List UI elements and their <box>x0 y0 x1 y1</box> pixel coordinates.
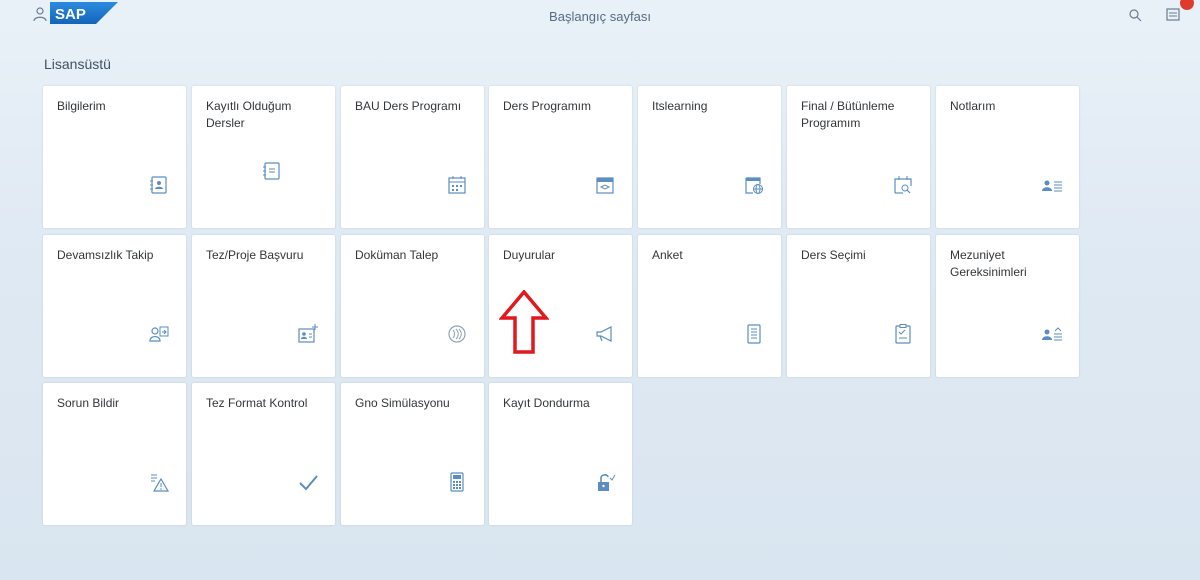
tile-devamsizlik-takip[interactable]: Devamsızlık Takip <box>43 235 186 377</box>
course-calendar-icon <box>594 174 616 196</box>
megaphone-icon <box>594 323 616 345</box>
search-icon[interactable] <box>1128 8 1142 22</box>
tile-tez-format-kontrol[interactable]: Tez Format Kontrol <box>192 383 335 525</box>
group-title: Lisansüstü <box>44 56 111 72</box>
tile-mezuniyet-gereksinimleri[interactable]: Mezuniyet Gereksinimleri <box>936 235 1079 377</box>
tile-title: Gno Simülasyonu <box>355 396 450 410</box>
tile-final-butunleme-programim[interactable]: Final / Bütünleme Programım <box>787 86 930 228</box>
tile-title: Mezuniyet Gereksinimleri <box>950 248 1027 279</box>
tile-title: Notlarım <box>950 99 996 113</box>
notebook-icon <box>261 160 283 182</box>
document-request-icon <box>446 323 468 345</box>
tile-sorun-bildir[interactable]: Sorun Bildir <box>43 383 186 525</box>
requirements-icon <box>1041 323 1063 345</box>
document-add-icon <box>297 323 319 345</box>
tile-title: Tez/Proje Başvuru <box>206 248 304 262</box>
tile-title: Tez Format Kontrol <box>206 396 308 410</box>
tile-title: Kayıt Dondurma <box>503 396 590 410</box>
unlock-icon <box>594 471 616 493</box>
tile-title: Ders Programım <box>503 99 592 113</box>
calendar-search-icon <box>892 174 914 196</box>
tile-title: Anket <box>652 248 683 262</box>
tile-ders-secimi[interactable]: Ders Seçimi <box>787 235 930 377</box>
grades-icon <box>1041 174 1063 196</box>
tile-title: Kayıtlı Olduğum Dersler <box>206 99 292 130</box>
tile-title: Doküman Talep <box>355 248 439 262</box>
contact-card-icon <box>148 174 170 196</box>
tile-title: BAU Ders Programı <box>355 99 462 113</box>
calculator-icon <box>446 471 468 493</box>
tile-title: Bilgilerim <box>57 99 106 113</box>
tile-bau-ders-programi[interactable]: BAU Ders Programı <box>341 86 484 228</box>
shell-title: Başlangıç sayfası <box>549 9 651 24</box>
tile-itslearning[interactable]: Itslearning <box>638 86 781 228</box>
tile-anket[interactable]: Anket <box>638 235 781 377</box>
tile-title: Ders Seçimi <box>801 248 866 262</box>
tile-kayit-dondurma[interactable]: Kayıt Dondurma <box>489 383 632 525</box>
calendar-icon <box>446 174 468 196</box>
checklist-icon <box>892 323 914 345</box>
tile-dokuman-talep[interactable]: Doküman Talep <box>341 235 484 377</box>
tile-title: Final / Bütünleme Programım <box>801 99 895 130</box>
user-attendance-icon <box>148 323 170 345</box>
tile-ders-programim[interactable]: Ders Programım <box>489 86 632 228</box>
annotation-arrow <box>498 289 550 354</box>
survey-icon <box>743 323 765 345</box>
tile-title: Devamsızlık Takip <box>57 248 154 262</box>
warning-list-icon <box>148 471 170 493</box>
tile-notlarim[interactable]: Notlarım <box>936 86 1079 228</box>
tile-tez-proje-basvuru[interactable]: Tez/Proje Başvuru <box>192 235 335 377</box>
tile-bilgilerim[interactable]: Bilgilerim <box>43 86 186 228</box>
shell-bar: SAP Başlangıç sayfası <box>0 0 1200 34</box>
tile-title: Duyurular <box>503 248 556 262</box>
tile-gno-simulasyonu[interactable]: Gno Simülasyonu <box>341 383 484 525</box>
tile-kayitli-oldugum-dersler[interactable]: Kayıtlı Olduğum Dersler <box>192 86 335 228</box>
checkmark-icon <box>297 471 319 493</box>
tile-title: Sorun Bildir <box>57 396 120 410</box>
tile-title: Itslearning <box>652 99 708 113</box>
web-window-icon <box>743 174 765 196</box>
